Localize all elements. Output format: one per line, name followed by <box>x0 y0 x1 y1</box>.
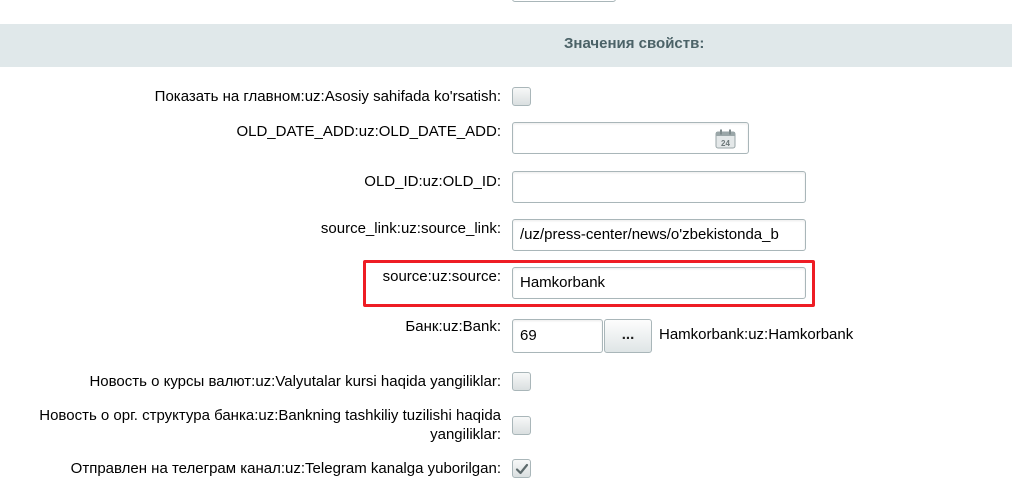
source-label: source:uz:source: <box>382 268 501 285</box>
show-main-label: Показать на главном:uz:Asosiy sahifada k… <box>154 88 501 105</box>
calendar-icon[interactable]: 24 <box>715 129 736 154</box>
source-link-label: source_link:uz:source_link: <box>320 220 501 237</box>
bank-select-button[interactable]: ... <box>604 319 652 353</box>
section-header <box>0 24 1012 67</box>
bank-label: Банк:uz:Bank: <box>405 318 501 335</box>
org-structure-news-label: Новость о орг. структура банка:uz:Bankni… <box>39 407 501 443</box>
bank-id-input[interactable]: 69 <box>512 319 603 353</box>
telegram-sent-label: Отправлен на телеграм канал:uz:Telegram … <box>70 460 501 477</box>
section-title: Значения свойств: <box>564 35 705 52</box>
checkmark-icon <box>515 463 529 475</box>
old-id-input[interactable] <box>512 171 806 203</box>
show-main-checkbox[interactable] <box>512 87 531 106</box>
currency-news-checkbox[interactable] <box>512 372 531 391</box>
org-structure-news-checkbox[interactable] <box>512 416 531 435</box>
old-date-add-label: OLD_DATE_ADD:uz:OLD_DATE_ADD: <box>236 123 501 140</box>
previous-field-input[interactable] <box>512 0 616 2</box>
calendar-day-text: 24 <box>721 139 730 148</box>
source-link-input[interactable]: /uz/press-center/news/o'zbekistonda_b <box>512 219 806 251</box>
telegram-sent-checkbox[interactable] <box>512 459 531 478</box>
old-date-add-input[interactable] <box>512 122 749 154</box>
currency-news-label: Новость о курсы валют:uz:Valyutalar kurs… <box>89 373 501 390</box>
source-input[interactable]: Hamkorbank <box>512 267 806 299</box>
old-id-label: OLD_ID:uz:OLD_ID: <box>364 173 501 190</box>
bank-name-text: Hamkorbank:uz:Hamkorbank <box>659 326 854 343</box>
